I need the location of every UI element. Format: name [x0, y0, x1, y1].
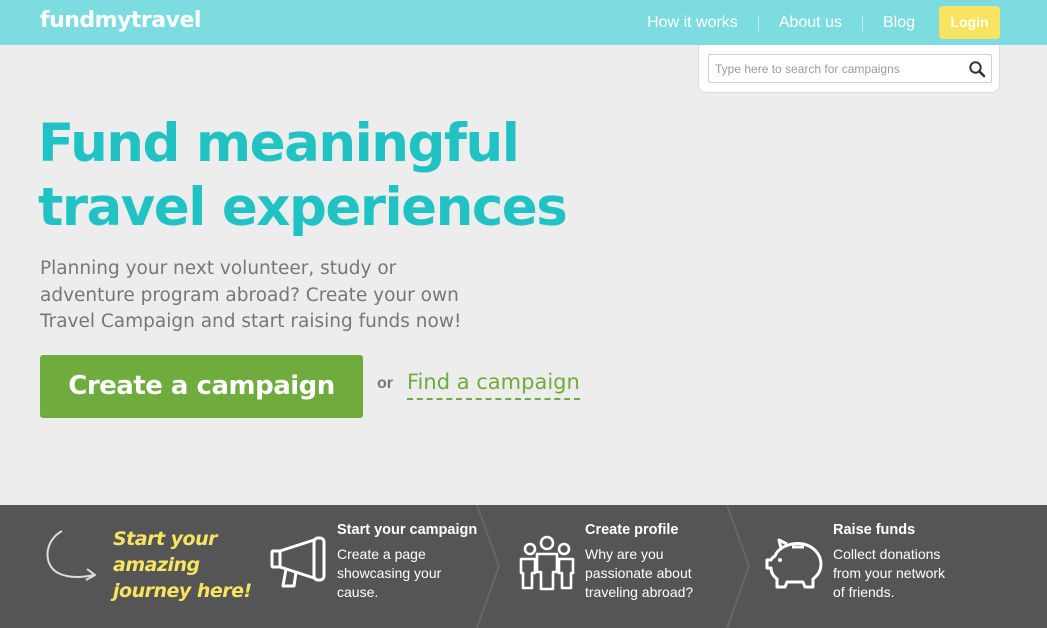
journey-tagline: Start your amazing journey here! [113, 526, 273, 604]
step-desc-line: passionate about [585, 565, 692, 581]
step-desc-line: Collect donations [833, 546, 941, 562]
tagline-line: Start your [113, 528, 218, 550]
hero-subtext-line: Travel Campaign and start raising funds … [40, 311, 462, 332]
nav-about-us[interactable]: About us [759, 14, 862, 32]
search-panel [698, 45, 1000, 93]
step-description: Create a page showcasing your cause. [337, 545, 441, 602]
login-button[interactable]: Login [939, 6, 1000, 39]
step-desc-line: Create a page [337, 546, 426, 562]
step-description: Why are you passionate about traveling a… [585, 545, 693, 602]
hero-headline-line: Fund meaningful [38, 113, 520, 174]
step-desc-line: cause. [337, 584, 379, 600]
step-desc-line: traveling abroad? [585, 584, 694, 600]
curved-arrow-icon [46, 530, 96, 581]
step-divider-chevron [476, 505, 501, 628]
hero-headline: Fund meaningful travel experiences [38, 112, 638, 240]
nav-blog[interactable]: Blog [863, 14, 935, 32]
step-desc-line: from your network [833, 565, 946, 581]
step-desc-line: of friends. [833, 584, 895, 600]
hero-subtext-line: Planning your next volunteer, study or [40, 258, 397, 279]
step-divider-chevron [726, 505, 751, 628]
step-desc-line: Why are you [585, 546, 664, 562]
hero-subtext-line: adventure program abroad? Create your ow… [40, 284, 459, 306]
step-desc-line: showcasing your [337, 565, 442, 581]
step-description: Collect donations from your network of f… [833, 545, 945, 602]
tagline-line: journey here! [113, 580, 252, 602]
top-navigation-bar: fundmytravel How it works About us Blog … [0, 0, 1047, 45]
tagline-line: amazing [113, 554, 200, 576]
site-logo[interactable]: fundmytravel [40, 8, 201, 33]
or-separator: or [377, 375, 393, 392]
create-campaign-button[interactable]: Create a campaign [40, 355, 363, 418]
search-icon[interactable] [968, 60, 986, 78]
search-box [708, 54, 992, 83]
megaphone-icon [270, 536, 326, 588]
people-icon [519, 535, 575, 591]
hero-subtext: Planning your next volunteer, study or a… [40, 256, 540, 336]
nav-how-it-works[interactable]: How it works [627, 14, 758, 32]
find-campaign-link[interactable]: Find a campaign [407, 368, 580, 400]
step-title: Create profile [585, 522, 679, 538]
main-nav: How it works About us Blog Login [627, 0, 1047, 45]
search-input[interactable] [715, 60, 955, 78]
step-title: Start your campaign [337, 522, 478, 538]
piggy-bank-icon [765, 538, 823, 589]
hero-headline-line: travel experiences [38, 177, 568, 238]
step-title: Raise funds [833, 522, 916, 538]
